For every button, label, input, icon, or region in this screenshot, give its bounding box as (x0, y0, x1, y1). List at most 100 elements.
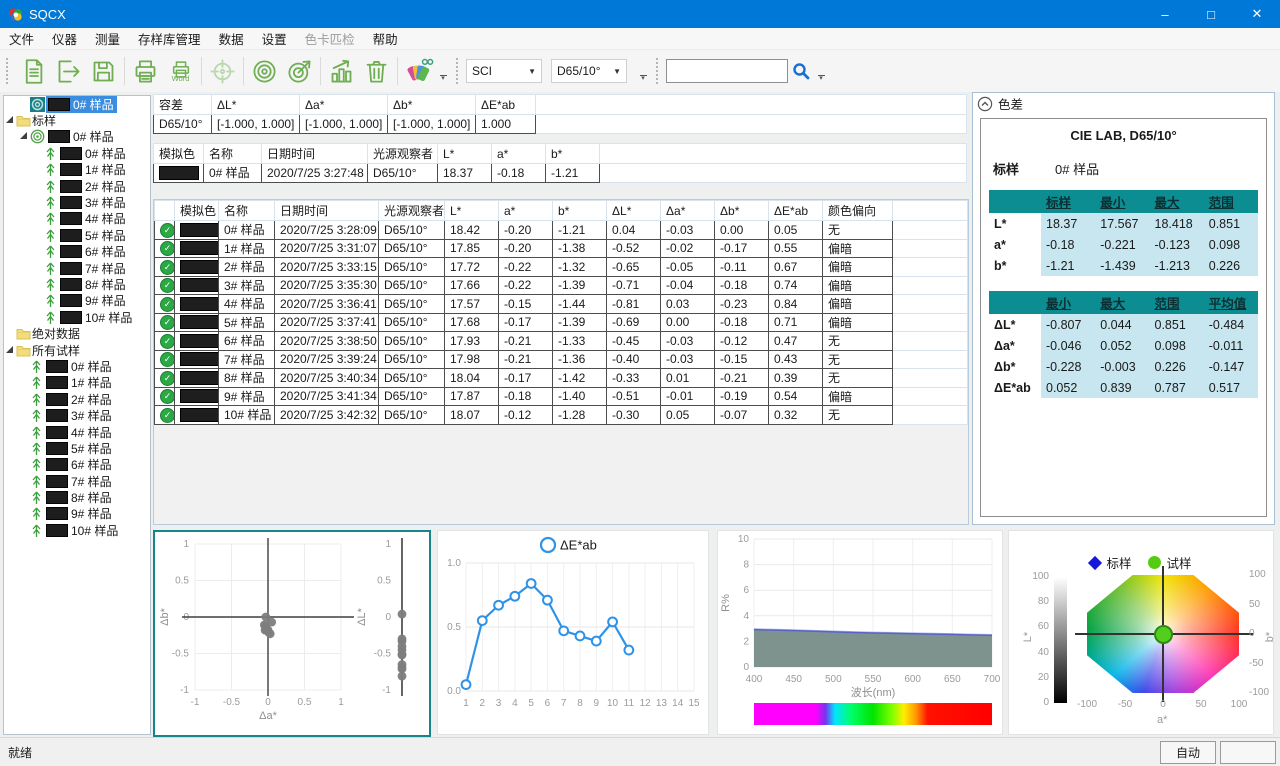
column-header[interactable]: Δb* (715, 201, 769, 221)
tree-item[interactable]: 7# 样品 (4, 260, 150, 276)
menu-measure[interactable]: 测量 (86, 27, 129, 50)
column-header[interactable]: Δb* (388, 95, 476, 115)
tree-item[interactable]: 2# 样品 (4, 391, 150, 407)
column-header[interactable]: ΔL* (212, 95, 300, 115)
close-button[interactable]: ✕ (1234, 0, 1280, 28)
table-row[interactable]: ✓3# 样品2020/7/25 3:35:30D65/10°17.66-0.22… (155, 276, 968, 295)
maximize-button[interactable]: □ (1188, 0, 1234, 28)
column-header[interactable]: 光源观察者 (368, 144, 438, 164)
menu-settings[interactable]: 设置 (253, 27, 296, 50)
tree-item[interactable]: 3# 样品 (4, 407, 150, 423)
search-button[interactable] (788, 58, 814, 84)
column-header[interactable]: 日期时间 (275, 201, 379, 221)
table-row[interactable]: ✓1# 样品2020/7/25 3:31:07D65/10°17.85-0.20… (155, 239, 968, 258)
export-button[interactable] (51, 53, 86, 89)
column-header[interactable]: L* (445, 201, 499, 221)
tree-item[interactable]: 2# 样品 (4, 178, 150, 194)
column-header[interactable]: 颜色偏向 (823, 201, 893, 221)
column-header[interactable]: a* (492, 144, 546, 164)
calibrate-target-button[interactable] (205, 53, 240, 89)
menu-file[interactable]: 文件 (0, 27, 43, 50)
tree-item[interactable]: 5# 样品 (4, 227, 150, 243)
column-header[interactable]: Δa* (661, 201, 715, 221)
menu-help[interactable]: 帮助 (364, 27, 407, 50)
tree-item[interactable]: 绝对数据 (4, 325, 150, 341)
tree-item[interactable]: 10# 样品 (4, 309, 150, 325)
column-header[interactable] (600, 144, 967, 164)
table-row[interactable]: ✓8# 样品2020/7/25 3:40:34D65/10°18.04-0.17… (155, 369, 968, 388)
table-row[interactable]: ✓2# 样品2020/7/25 3:33:15D65/10°17.72-0.22… (155, 258, 968, 277)
save-button[interactable] (86, 53, 121, 89)
tree-item[interactable]: 0# 样品 (4, 358, 150, 374)
statistics-button[interactable] (324, 53, 359, 89)
expander-icon[interactable] (20, 132, 27, 139)
print-button[interactable] (128, 53, 163, 89)
column-header[interactable]: 模拟色 (175, 201, 219, 221)
tree-item[interactable]: 5# 样品 (4, 440, 150, 456)
delta-e-trend-panel[interactable]: 1234567891011121314150.00.51.0ΔE*ab (437, 530, 709, 735)
column-header[interactable]: b* (553, 201, 607, 221)
reflectance-panel[interactable]: 4004505005506006507000246810波长(nm)R% (717, 530, 1003, 735)
delta-ab-scatter-panel[interactable]: -1-1-0.5-0.5000.50.511Δa*Δb*-1-0.500.51Δ… (153, 530, 431, 737)
lab-gamut-panel[interactable]: 标样试样L*100806040200100500-50-100b*-100-50… (1008, 530, 1274, 735)
expander-icon[interactable] (6, 346, 13, 353)
toolbar-overflow-icon[interactable]: ▾ (816, 75, 826, 82)
tree-item[interactable]: 标样 (4, 112, 150, 128)
tree-item[interactable]: 9# 样品 (4, 293, 150, 309)
tree-item[interactable]: 6# 样品 (4, 457, 150, 473)
mode-dropdown[interactable]: SCI ▼ (466, 59, 542, 83)
auto-mode-button[interactable]: 自动 (1160, 741, 1216, 764)
table-row[interactable]: ✓10# 样品2020/7/25 3:42:32D65/10°18.07-0.1… (155, 406, 968, 425)
column-header[interactable]: ΔE*ab (769, 201, 823, 221)
tree-item[interactable]: 0# 样品 (4, 145, 150, 161)
tree-item[interactable]: 8# 样品 (4, 489, 150, 505)
tree-item[interactable]: 所有试样 (4, 342, 150, 358)
table-row[interactable]: ✓0# 样品2020/7/25 3:28:09D65/10°18.42-0.20… (155, 221, 968, 240)
column-header[interactable]: 模拟色 (154, 144, 204, 164)
toolbar-overflow-icon[interactable]: ▾ (438, 75, 448, 82)
table-row[interactable]: ✓9# 样品2020/7/25 3:41:34D65/10°17.87-0.18… (155, 387, 968, 406)
column-header[interactable]: a* (499, 201, 553, 221)
column-header[interactable]: 名称 (219, 201, 275, 221)
tree-item[interactable]: 0# 样品 (4, 96, 150, 112)
table-row[interactable]: D65/10°[-1.000, 1.000][-1.000, 1.000][-1… (154, 115, 967, 134)
tree-item[interactable]: 10# 样品 (4, 522, 150, 538)
tree-item[interactable]: 4# 样品 (4, 211, 150, 227)
tree-item[interactable]: 9# 样品 (4, 506, 150, 522)
delete-button[interactable] (359, 53, 394, 89)
column-header[interactable]: ΔL* (607, 201, 661, 221)
column-header[interactable]: 光源观察者 (379, 201, 445, 221)
tree-item[interactable]: 7# 样品 (4, 473, 150, 489)
tree-item[interactable]: 6# 样品 (4, 244, 150, 260)
column-header[interactable]: 名称 (204, 144, 262, 164)
tree-item[interactable]: 4# 样品 (4, 424, 150, 440)
menu-sample-library[interactable]: 存样库管理 (129, 27, 210, 50)
column-header[interactable]: ΔE*ab (476, 95, 536, 115)
column-header[interactable]: L* (438, 144, 492, 164)
tree-item[interactable]: 1# 样品 (4, 162, 150, 178)
column-header[interactable] (893, 201, 968, 221)
column-header[interactable] (155, 201, 175, 221)
tree-item[interactable]: 8# 样品 (4, 276, 150, 292)
column-header[interactable]: 容差 (154, 95, 212, 115)
menu-data[interactable]: 数据 (210, 27, 253, 50)
tree-item[interactable]: 0# 样品 (4, 129, 150, 145)
search-input[interactable] (666, 59, 788, 83)
expander-icon[interactable] (6, 116, 13, 123)
illuminant-dropdown[interactable]: D65/10° ▼ (551, 59, 627, 83)
column-header[interactable] (536, 95, 967, 115)
table-row[interactable]: ✓5# 样品2020/7/25 3:37:41D65/10°17.68-0.17… (155, 313, 968, 332)
table-row[interactable]: 0# 样品2020/7/25 3:27:48D65/10°18.37-0.18-… (154, 164, 967, 183)
collapse-panel-icon[interactable] (977, 96, 993, 112)
column-header[interactable]: 日期时间 (262, 144, 368, 164)
menu-instrument[interactable]: 仪器 (43, 27, 86, 50)
color-match-button[interactable] (401, 53, 436, 89)
tree-item[interactable]: 3# 样品 (4, 194, 150, 210)
minimize-button[interactable]: – (1142, 0, 1188, 28)
tree-item[interactable]: 1# 样品 (4, 375, 150, 391)
measure-standard-button[interactable] (247, 53, 282, 89)
measure-sample-button[interactable] (282, 53, 317, 89)
table-row[interactable]: ✓6# 样品2020/7/25 3:38:50D65/10°17.93-0.21… (155, 332, 968, 351)
print-word-button[interactable]: Word (163, 53, 198, 89)
menu-color-card-match[interactable]: 色卡匹检 (296, 27, 364, 50)
